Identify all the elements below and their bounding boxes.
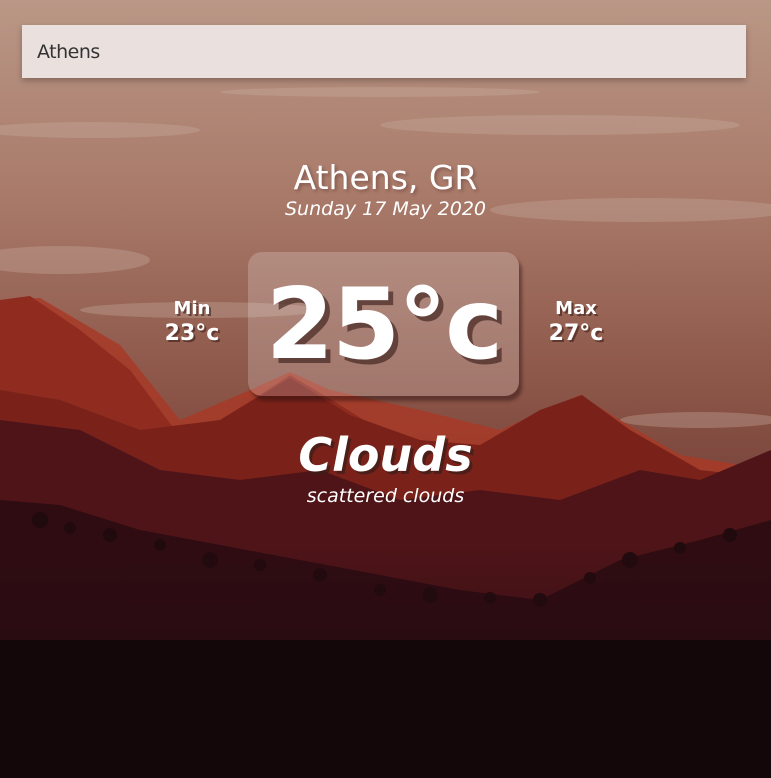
min-temp-value: 23°c (164, 321, 220, 346)
location-title: Athens, GR (293, 158, 478, 197)
weather-condition: Clouds (298, 428, 473, 482)
search-input[interactable] (22, 25, 746, 78)
max-temp-label: Max (555, 298, 597, 319)
max-temp-block: Max 27°c (536, 298, 616, 348)
search-box[interactable] (22, 25, 746, 78)
current-temp-box: 25°c (248, 252, 519, 396)
weather-description: scattered clouds (306, 485, 465, 507)
max-temp-value: 27°c (548, 321, 604, 346)
date-label: Sunday 17 May 2020 (284, 198, 487, 220)
current-temp-value: 25°c (265, 268, 503, 382)
min-temp-block: Min 23°c (152, 298, 232, 348)
min-temp-label: Min (173, 298, 211, 319)
